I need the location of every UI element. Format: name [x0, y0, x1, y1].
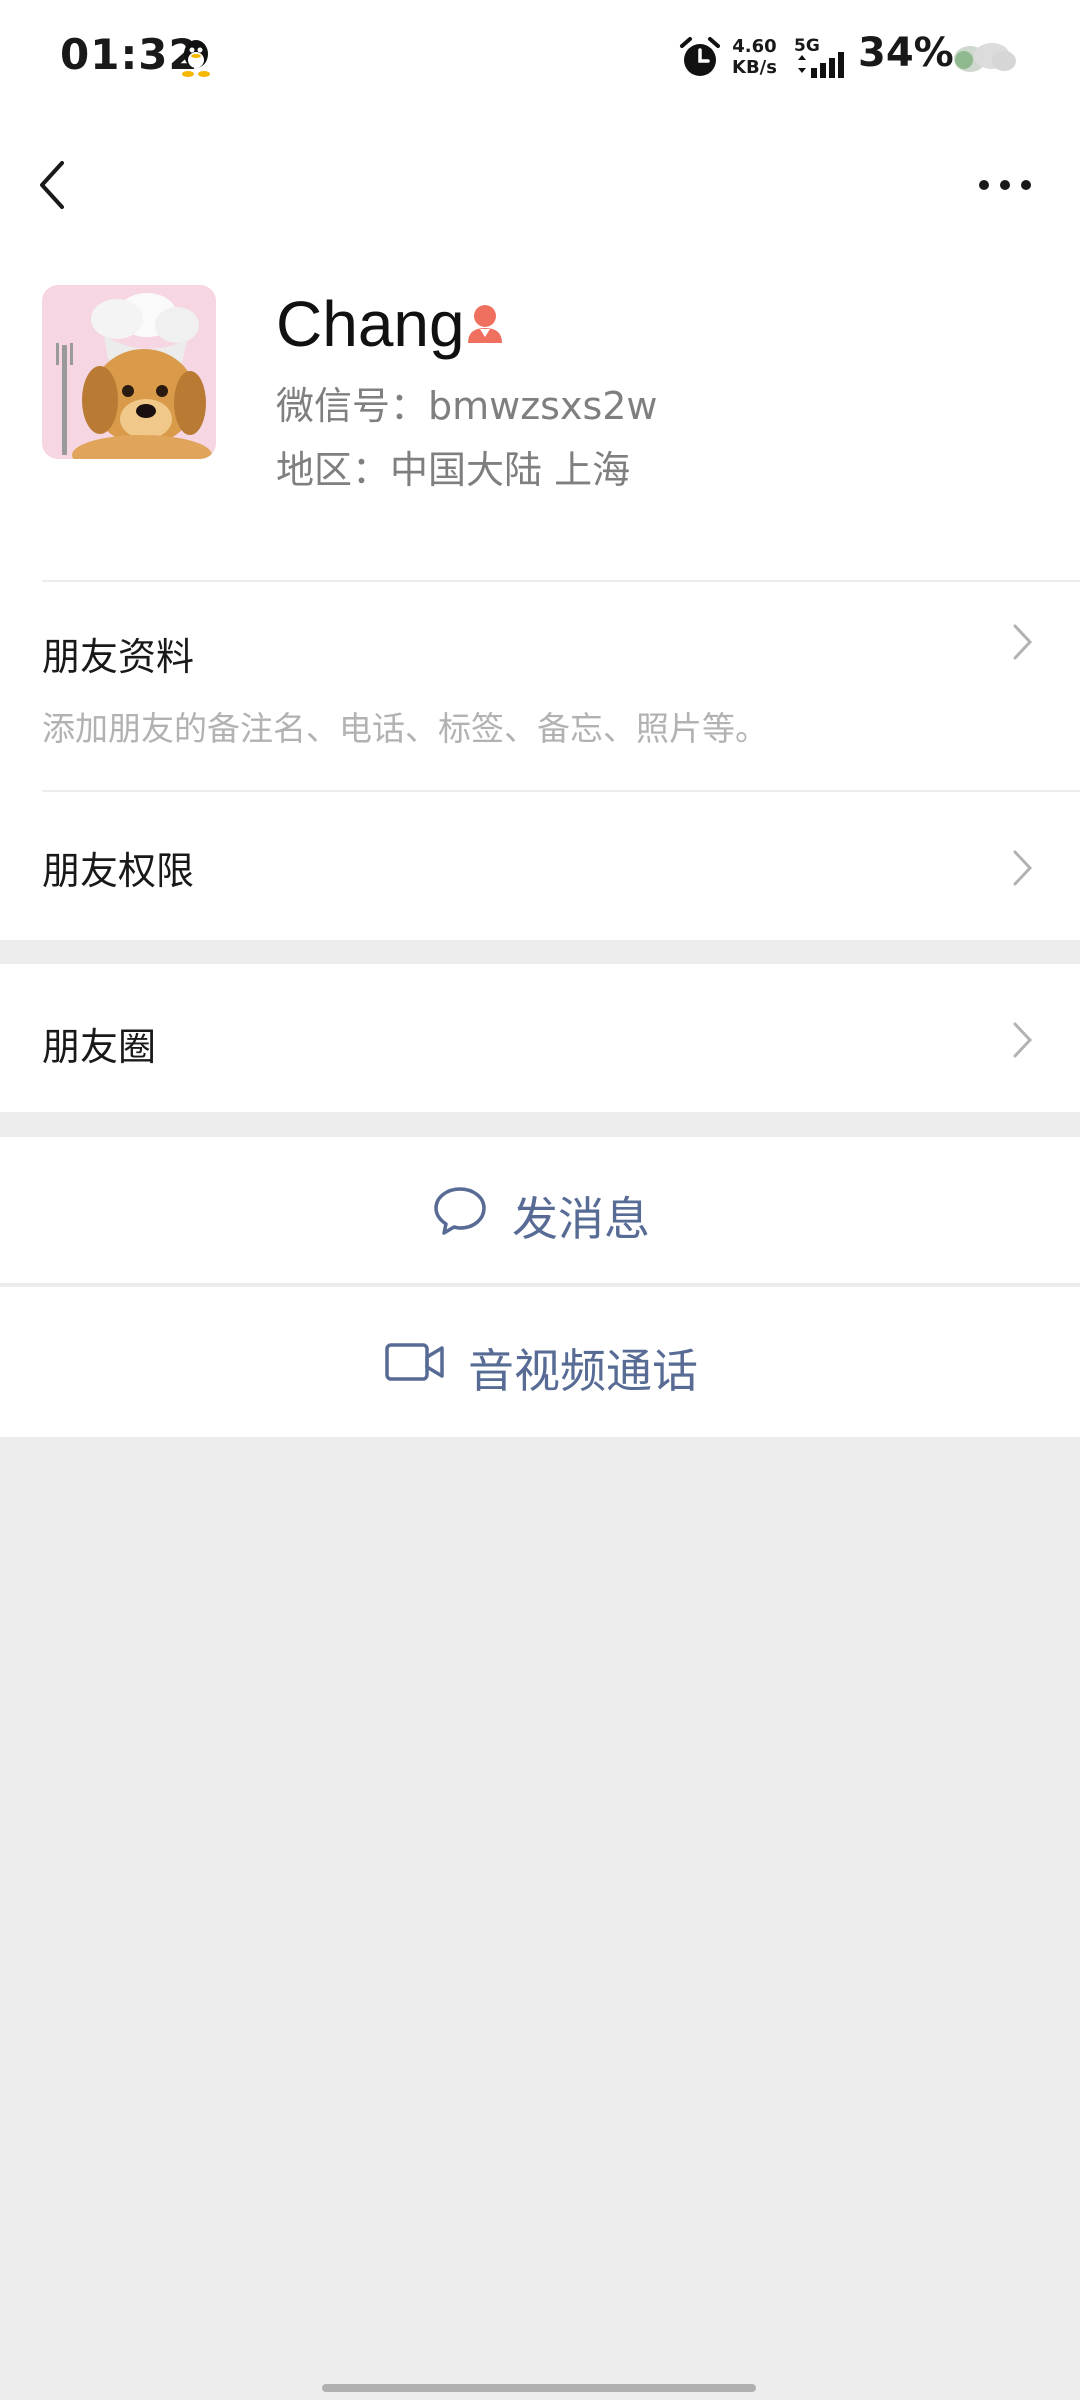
home-indicator[interactable]: [322, 2384, 756, 2392]
region: 地区：中国大陆 上海: [276, 448, 631, 492]
send-message-label: 发消息: [512, 1192, 650, 1246]
wechat-id: 微信号：bmwzsxs2w: [276, 384, 658, 428]
chevron-right-icon: [1013, 1022, 1033, 1058]
divider: [0, 1112, 1080, 1114]
speed-unit: KB/s: [732, 57, 777, 78]
friend-settings-group: 朋友资料 添加朋友的备注名、电话、标签、备忘、照片等。 朋友权限: [0, 580, 1080, 940]
female-icon: [468, 305, 502, 343]
av-call-label: 音视频通话: [468, 1344, 698, 1398]
signal-icon: [798, 52, 844, 78]
network-speed: 4.60 KB/s: [732, 36, 777, 78]
nav-bar: [0, 115, 1080, 255]
speed-value: 4.60: [732, 36, 777, 57]
friend-permission-title: 朋友权限: [42, 849, 195, 893]
chat-bubble-icon: [434, 1187, 486, 1235]
divider: [0, 1283, 1080, 1285]
friend-info-row[interactable]: 朋友资料 添加朋友的备注名、电话、标签、备忘、照片等。: [0, 582, 1080, 790]
video-camera-icon: [385, 1343, 444, 1381]
moments-row[interactable]: 朋友圈: [0, 964, 1080, 1114]
back-icon[interactable]: [30, 155, 74, 215]
av-call-button[interactable]: 音视频通话: [0, 1287, 1080, 1437]
profile-header: Chang 微信号：bmwzsxs2w 地区：中国大陆 上海: [0, 255, 1080, 580]
status-bar: 01:32 4.60 KB/s 5G 34%: [0, 0, 1080, 115]
battery-percent: 34%: [858, 30, 954, 76]
chevron-right-icon: [1013, 624, 1033, 660]
chevron-right-icon: [1013, 850, 1033, 886]
profile-name: Chang: [276, 288, 465, 360]
friend-info-subtitle: 添加朋友的备注名、电话、标签、备忘、照片等。: [42, 709, 768, 748]
friend-info-title: 朋友资料: [42, 635, 195, 679]
avatar-dog-chef-image: [42, 285, 216, 459]
avatar[interactable]: [42, 285, 216, 459]
more-icon[interactable]: [975, 170, 1035, 200]
alarm-icon: [680, 37, 720, 76]
moments-title: 朋友圈: [42, 1025, 157, 1069]
qq-icon: [182, 40, 210, 77]
friend-permission-row[interactable]: 朋友权限: [0, 792, 1080, 940]
send-message-button[interactable]: 发消息: [0, 1137, 1080, 1285]
battery-icon: [954, 43, 1016, 72]
